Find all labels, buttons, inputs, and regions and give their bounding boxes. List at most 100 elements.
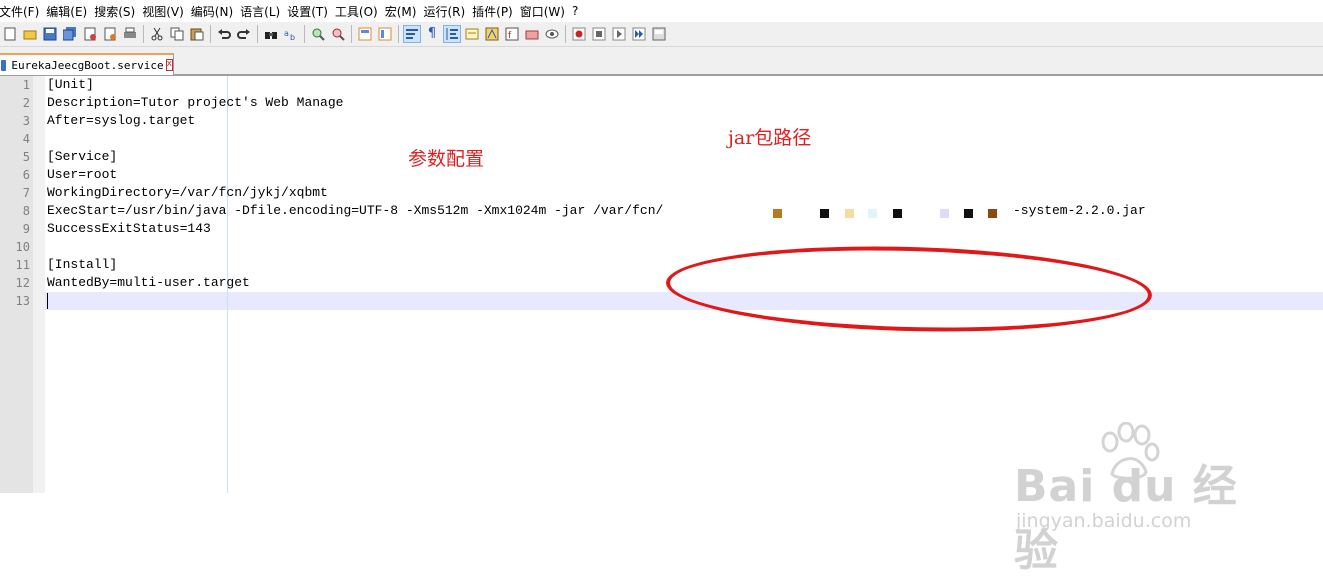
- zoom-out-icon[interactable]: [330, 26, 346, 42]
- folder-workspace-icon[interactable]: [524, 26, 540, 42]
- save-icon[interactable]: [42, 26, 58, 42]
- save-state-icon: [1, 59, 7, 71]
- doc-map-icon[interactable]: [484, 26, 500, 42]
- menu-run[interactable]: 运行(R): [423, 3, 472, 20]
- code-line[interactable]: [Unit]: [47, 76, 94, 94]
- close-tab-icon[interactable]: x: [165, 59, 173, 71]
- text-caret: [47, 293, 48, 309]
- sync-vertical-icon[interactable]: [357, 26, 373, 42]
- paste-icon[interactable]: [189, 26, 205, 42]
- code-line[interactable]: [Service]: [47, 148, 117, 166]
- show-all-chars-icon[interactable]: ¶: [424, 26, 440, 42]
- menu-bar: 文件(F) 编辑(E) 搜索(S) 视图(V) 编码(N) 语言(L) 设置(T…: [0, 0, 1323, 22]
- menu-settings[interactable]: 设置(T): [287, 3, 335, 20]
- watermark-url: jingyan.baidu.com: [1016, 510, 1192, 532]
- line-number: 8: [22, 204, 30, 218]
- redo-icon[interactable]: [236, 26, 252, 42]
- code-line[interactable]: SuccessExitStatus=143: [47, 220, 211, 238]
- menu-language[interactable]: 语言(L): [240, 3, 287, 20]
- word-wrap-icon[interactable]: [403, 25, 421, 43]
- close-icon[interactable]: [82, 26, 98, 42]
- menu-file[interactable]: 文件(F): [0, 3, 46, 20]
- line-number: 13: [15, 294, 30, 308]
- editor-area[interactable]: 1 2 3 4 5 6 7 8 9 10 11 12 13 [Unit] Des…: [0, 76, 1323, 576]
- monitoring-icon[interactable]: [544, 26, 560, 42]
- indent-guide-icon[interactable]: [443, 25, 461, 43]
- code-line[interactable]: After=syslog.target: [47, 112, 195, 130]
- close-all-icon[interactable]: [102, 26, 118, 42]
- code-line[interactable]: ExecStart=/usr/bin/java -Dfile.encoding=…: [47, 202, 663, 220]
- toolbar: ab ¶ f: [0, 22, 1323, 47]
- stop-macro-icon[interactable]: [591, 26, 607, 42]
- play-macro-icon[interactable]: [611, 26, 627, 42]
- toolbar-separator: [210, 25, 211, 43]
- redaction-block: [820, 209, 829, 218]
- toolbar-separator: [565, 25, 566, 43]
- redaction-block: [964, 209, 973, 218]
- toolbar-separator: [398, 25, 399, 43]
- user-language-icon[interactable]: [464, 26, 480, 42]
- replace-icon[interactable]: ab: [283, 26, 299, 42]
- sync-horizontal-icon[interactable]: [377, 26, 393, 42]
- code-line[interactable]: [Install]: [47, 256, 117, 274]
- tab-bar: EurekaJeecgBoot.service x: [0, 47, 1323, 76]
- line-number: 12: [15, 276, 30, 290]
- line-number: 9: [22, 222, 30, 236]
- code-line[interactable]: WorkingDirectory=/var/fcn/jykj/xqbmt: [47, 184, 328, 202]
- cut-icon[interactable]: [149, 26, 165, 42]
- code-line-tail[interactable]: -system-2.2.0.jar: [1013, 202, 1146, 220]
- line-number: 4: [22, 132, 30, 146]
- line-number: 1: [22, 78, 30, 92]
- annotation-ellipse: [664, 240, 1154, 338]
- line-number: 3: [22, 114, 30, 128]
- toolbar-separator: [257, 25, 258, 43]
- menu-search[interactable]: 搜索(S): [94, 3, 142, 20]
- save-macro-icon[interactable]: [651, 26, 667, 42]
- menu-window[interactable]: 窗口(W): [520, 3, 572, 20]
- line-number: 2: [22, 96, 30, 110]
- baidu-jingyan-watermark: Bai du 经验 jingyan.baidu.com: [1012, 422, 1252, 576]
- menu-encoding[interactable]: 编码(N): [191, 3, 240, 20]
- menu-view[interactable]: 视图(V): [142, 3, 191, 20]
- copy-icon[interactable]: [169, 26, 185, 42]
- toolbar-separator: [351, 25, 352, 43]
- line-number-gutter: 1 2 3 4 5 6 7 8 9 10 11 12 13: [0, 76, 33, 493]
- open-file-icon[interactable]: [22, 26, 38, 42]
- svg-text:a: a: [284, 29, 289, 38]
- line-number: 6: [22, 168, 30, 182]
- line-number: 7: [22, 186, 30, 200]
- redaction-block: [893, 209, 902, 218]
- annotation-jar-path: jar包路径: [728, 127, 812, 149]
- new-file-icon[interactable]: [2, 26, 18, 42]
- svg-text:b: b: [290, 33, 295, 41]
- menu-macro[interactable]: 宏(M): [385, 3, 424, 20]
- redaction-block: [773, 209, 782, 218]
- line-number: 10: [15, 240, 30, 254]
- tab-title: EurekaJeecgBoot.service: [11, 58, 164, 72]
- redaction-block: [988, 209, 997, 218]
- line-number: 5: [22, 150, 30, 164]
- menu-help[interactable]: ?: [572, 4, 585, 18]
- toolbar-separator: [304, 25, 305, 43]
- menu-plugins[interactable]: 插件(P): [472, 3, 520, 20]
- function-list-icon[interactable]: f: [504, 26, 520, 42]
- redaction-block: [868, 209, 877, 218]
- tab-eureka-service[interactable]: EurekaJeecgBoot.service x: [0, 53, 174, 75]
- menu-edit[interactable]: 编辑(E): [46, 3, 94, 20]
- line-number: 11: [15, 258, 30, 272]
- zoom-in-icon[interactable]: [310, 26, 326, 42]
- menu-tools[interactable]: 工具(O): [335, 3, 385, 20]
- undo-icon[interactable]: [216, 26, 232, 42]
- annotation-param-config: 参数配置: [408, 148, 485, 170]
- code-line[interactable]: User=root: [47, 166, 117, 184]
- code-line[interactable]: Description=Tutor project's Web Manage: [47, 94, 343, 112]
- find-icon[interactable]: [263, 26, 279, 42]
- run-macro-multiple-icon[interactable]: [631, 26, 647, 42]
- redaction-block: [845, 209, 854, 218]
- save-all-icon[interactable]: [62, 26, 78, 42]
- fold-margin[interactable]: [33, 76, 45, 493]
- code-line[interactable]: WantedBy=multi-user.target: [47, 274, 250, 292]
- print-icon[interactable]: [122, 26, 138, 42]
- record-macro-icon[interactable]: [571, 26, 587, 42]
- toolbar-separator: [143, 25, 144, 43]
